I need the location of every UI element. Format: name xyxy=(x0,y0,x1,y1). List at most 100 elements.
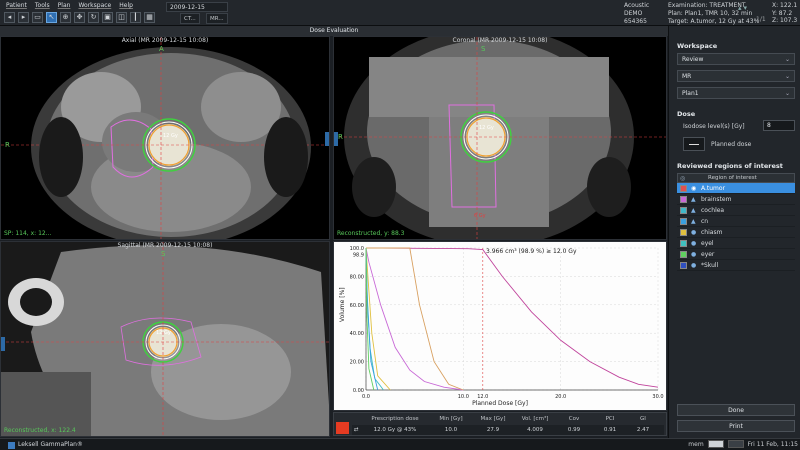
taskbar: Leksell GammaPlan® mem Fri 11 Feb, 11:15 xyxy=(0,438,800,450)
patient-name: Acoustic xyxy=(624,2,650,9)
planned-dose-label: Planned dose xyxy=(711,141,752,148)
back-icon[interactable]: ◂ xyxy=(4,12,15,23)
prescription-header-row: Prescription dose Min [Gy] Max [Gy] Vol.… xyxy=(352,414,664,424)
roi-row[interactable]: ◉ A.tumor xyxy=(677,183,795,194)
axial-viewport[interactable]: Axial (MR 2009-12-15 10:08) R A 12 Gy SP… xyxy=(0,36,330,240)
coordinate-readout: X: 122.1 Y: 87.2 Z: 107.3 xyxy=(772,2,797,25)
coronal-side-handle[interactable] xyxy=(334,132,338,146)
dvh-x-label: Planned Dose [Gy] xyxy=(472,400,528,407)
planned-dose-swatch[interactable] xyxy=(683,137,705,151)
grid-icon[interactable]: ▦ xyxy=(144,12,155,23)
isodose-label: Isodose level(s) [Gy] xyxy=(683,123,745,130)
workspace-switcher-icon[interactable] xyxy=(707,440,724,448)
taskbar-app[interactable]: Leksell GammaPlan® xyxy=(8,440,83,450)
dvh-chart[interactable]: 0.00 20.00 40.00 60.00 80.00 100.0 0.0 10.0 12.0… xyxy=(333,241,667,411)
rotate-icon[interactable]: ↻ xyxy=(88,12,99,23)
roi-row[interactable]: ● chiasm xyxy=(677,227,795,238)
pan-icon[interactable]: ✥ xyxy=(74,12,85,23)
dose-label-sagittal: 12 Gy xyxy=(156,330,171,336)
pointer-icon[interactable]: ↖ xyxy=(46,12,57,23)
axial-title: Axial (MR 2009-12-15 10:08) xyxy=(121,37,209,44)
nav-up-icon[interactable]: ▴ xyxy=(738,4,742,12)
roi-type-icon: ● xyxy=(691,240,697,247)
roi-color-swatch[interactable] xyxy=(680,185,687,192)
roi-color-swatch[interactable] xyxy=(680,196,687,203)
roi-color-swatch[interactable] xyxy=(680,240,687,247)
dvh-y-label: Volume [%] xyxy=(339,287,346,322)
roi-name: *Skull xyxy=(701,262,719,269)
patient-number: 654365 xyxy=(624,18,647,25)
roi-row[interactable]: ▲ cochlea xyxy=(677,205,795,216)
app-icon xyxy=(8,441,15,449)
coord-z: Z: 107.3 xyxy=(772,17,798,24)
col-prescription: Prescription dose xyxy=(371,416,419,422)
roi-row[interactable]: ▲ cn xyxy=(677,216,795,227)
roi-row[interactable]: ● eyer xyxy=(677,249,795,260)
tab-mr[interactable]: MR... xyxy=(206,13,228,24)
menu-patient[interactable]: Patient xyxy=(6,2,27,9)
sagittal-side-handle[interactable] xyxy=(1,337,5,351)
chevron-down-icon: ⌄ xyxy=(784,56,790,63)
col-vol: Vol. [cm³] xyxy=(521,416,549,422)
window-icon[interactable]: ▭ xyxy=(32,12,43,23)
roi-color-swatch[interactable] xyxy=(680,262,687,269)
roi-type-icon: ● xyxy=(691,262,697,269)
col-gi: GI xyxy=(640,416,646,422)
coord-y: Y: 87.2 xyxy=(772,9,793,17)
ruler-icon[interactable]: ┃ xyxy=(130,12,141,23)
nav-down-icon[interactable]: ▾ xyxy=(744,4,748,12)
refresh-icon[interactable]: ⇄ xyxy=(352,425,360,435)
date-selector[interactable]: 2009-12-15 xyxy=(166,2,228,12)
menu-workspace[interactable]: Workspace xyxy=(78,2,111,9)
roi-color-swatch[interactable] xyxy=(680,251,687,258)
roi-color-swatch[interactable] xyxy=(680,229,687,236)
isodose-input[interactable]: 8 xyxy=(763,120,795,131)
eye-icon[interactable]: ◎ xyxy=(680,174,685,183)
roi-row[interactable]: ● *Skull xyxy=(677,260,795,271)
axial-side-handle[interactable] xyxy=(325,132,329,146)
modality-select[interactable]: MR ⌄ xyxy=(677,70,795,82)
sagittal-footer: Reconstructed, x: 122.4 xyxy=(4,427,76,434)
right-panel: Workspace Review ⌄ MR ⌄ Plan1 ⌄ Dose Iso… xyxy=(668,26,800,438)
dvh-series-line xyxy=(365,247,391,391)
system-tray: mem Fri 11 Feb, 11:15 xyxy=(688,440,798,448)
sagittal-title: Sagittal (MR 2009-12-15 10:08) xyxy=(117,242,213,249)
orientation-r: R xyxy=(5,141,10,149)
roi-color-swatch[interactable] xyxy=(680,207,687,214)
workspace-switcher-icon[interactable] xyxy=(727,440,744,448)
done-button[interactable]: Done xyxy=(677,404,795,416)
sagittal-viewport[interactable]: Sagittal (MR 2009-12-15 10:08) S 12 Gy R… xyxy=(0,241,330,437)
roi-row[interactable]: ● eyel xyxy=(677,238,795,249)
tab-ct[interactable]: CT... xyxy=(180,13,200,24)
plan-select[interactable]: Plan1 ⌄ xyxy=(677,87,795,99)
dose-label-coronal-small: 6 Gy xyxy=(474,213,486,219)
roi-type-icon: ● xyxy=(691,229,697,236)
prescription-color-swatch[interactable] xyxy=(336,422,349,434)
forward-icon[interactable]: ▸ xyxy=(18,12,29,23)
y-tick-label: 80.00 xyxy=(350,274,364,280)
coronal-image xyxy=(334,37,666,239)
workspace-select[interactable]: Review ⌄ xyxy=(677,53,795,65)
roi-header-label: Region of interest xyxy=(708,175,757,181)
roi-name: chiasm xyxy=(701,229,723,236)
prescription-row[interactable]: ⇄ 12.0 Gy @ 43% 10.0 27.9 4.009 0.99 0.9… xyxy=(352,425,664,435)
col-max: Max [Gy] xyxy=(480,416,506,422)
y-tick-label: 20.00 xyxy=(350,360,364,366)
roi-row[interactable]: ▲ brainstem xyxy=(677,194,795,205)
clock: Fri 11 Feb, 11:15 xyxy=(747,440,798,448)
zoom-icon[interactable]: ⊕ xyxy=(60,12,71,23)
y-tick-label: 100.0 xyxy=(350,246,364,252)
plan-value: Plan1 xyxy=(682,90,699,97)
roi-color-swatch[interactable] xyxy=(680,218,687,225)
cell-vol: 4.009 xyxy=(527,427,543,433)
workspace-title: Dose Evaluation xyxy=(0,26,668,36)
camera-icon[interactable]: ◫ xyxy=(116,12,127,23)
menu-help[interactable]: Help xyxy=(119,2,133,9)
lock-icon[interactable]: ▣ xyxy=(102,12,113,23)
coronal-viewport[interactable]: Coronal (MR 2009-12-15 10:08) R S 12 Gy … xyxy=(333,36,667,240)
cell-gi: 2.47 xyxy=(636,427,650,433)
menu-tools[interactable]: Tools xyxy=(35,2,50,9)
menu-plan[interactable]: Plan xyxy=(58,2,71,9)
dvh-series-line xyxy=(366,247,464,391)
print-button[interactable]: Print xyxy=(677,420,795,432)
